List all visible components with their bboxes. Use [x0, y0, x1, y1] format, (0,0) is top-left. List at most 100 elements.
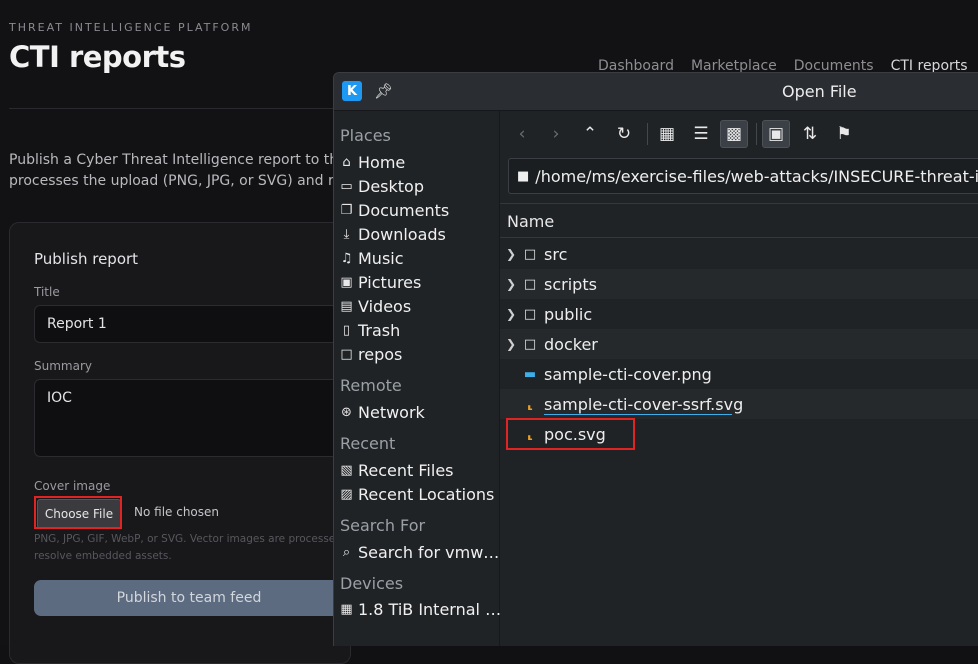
places-header: Places [340, 126, 391, 145]
place-label: Desktop [358, 177, 424, 196]
hint-line-2: resolve embedded assets. [34, 550, 172, 562]
path-text: /home/ms/exercise-files/web-attacks/INSE… [535, 166, 978, 186]
file-name: docker [544, 334, 598, 354]
dialog-toolbar: ‹ › ⌃ ↻ ▦ ☰ ▩ ▣ ⇅ ⚑ [500, 111, 978, 157]
card-title: Publish report [34, 250, 139, 268]
choose-file-highlight [34, 496, 122, 529]
image-file-icon: ▬ [523, 366, 537, 382]
place-drive[interactable]: ▦ 1.8 TiB Internal … [340, 600, 501, 619]
page-title: CTI reports [9, 40, 186, 74]
expand-chevron-icon[interactable]: ❯ [506, 307, 518, 321]
place-label: Network [358, 403, 425, 422]
up-icon[interactable]: ⌃ [576, 120, 604, 148]
file-name: scripts [544, 274, 597, 294]
toolbar-separator [647, 123, 648, 145]
place-label: Home [358, 153, 406, 172]
tree-view-icon[interactable]: ▩ [720, 120, 748, 148]
place-documents[interactable]: ❐ Documents [340, 201, 450, 220]
kde-logo-icon[interactable]: K [342, 81, 362, 101]
compact-view-icon[interactable]: ☰ [687, 120, 715, 148]
drive-icon: ▦ [340, 602, 353, 617]
desktop-icon: ▭ [340, 179, 353, 194]
preview-icon[interactable]: ▣ [762, 120, 790, 148]
file-name: src [544, 244, 568, 264]
place-pictures[interactable]: ▣ Pictures [340, 273, 421, 292]
folder-icon: □ [340, 347, 353, 362]
publish-button[interactable]: Publish to team feed [34, 580, 344, 616]
downloads-icon: ⤓ [343, 227, 350, 242]
intro-line-1: Publish a Cyber Threat Intelligence repo… [9, 152, 359, 168]
place-label: Recent Locations [358, 485, 495, 504]
file-name: sample-cti-cover-ssrf.svg [544, 394, 744, 414]
pin-icon[interactable]: 📌︎ [374, 82, 393, 100]
folder-icon: □ [523, 336, 537, 352]
place-label: Trash [358, 321, 401, 340]
title-input[interactable]: Report 1 [34, 305, 354, 343]
place-network[interactable]: ⊛ Network [340, 403, 425, 422]
trash-icon: ▯ [342, 323, 351, 338]
upload-hint: PNG, JPG, GIF, WebP, or SVG. Vector imag… [34, 531, 342, 565]
svg-file-icon: ⸤ [527, 396, 533, 412]
expand-chevron-icon[interactable]: ❯ [506, 247, 518, 261]
place-label: Music [358, 249, 404, 268]
title-label: Title [34, 285, 60, 299]
place-repos[interactable]: □ repos [340, 345, 402, 364]
recent-locations-icon: ▨ [340, 487, 353, 502]
dialog-titlebar: K 📌︎ Open File [334, 73, 978, 111]
place-label: Pictures [358, 273, 422, 292]
path-bar[interactable]: ■ /home/ms/exercise-files/web-attacks/IN… [508, 158, 978, 194]
file-name: public [544, 304, 593, 324]
file-row-public[interactable]: ❯ □ public [500, 299, 978, 329]
network-icon: ⊛ [341, 405, 352, 420]
intro-text: Publish a Cyber Threat Intelligence repo… [9, 150, 360, 192]
bookmark-icon[interactable]: ⚑ [830, 120, 858, 148]
place-recent-locations[interactable]: ▨ Recent Locations [340, 485, 494, 504]
no-file-text: No file chosen [134, 505, 220, 519]
remote-header: Remote [340, 376, 402, 395]
folder-icon: ■ [517, 168, 530, 184]
place-videos[interactable]: ▤ Videos [340, 297, 411, 316]
search-icon: ⌕ [342, 545, 351, 560]
place-label: Downloads [358, 225, 446, 244]
pictures-icon: ▣ [340, 275, 353, 290]
file-row-sample-cti-cover-png[interactable]: ▬ sample-cti-cover.png [500, 359, 978, 389]
cover-image-label: Cover image [34, 479, 111, 493]
place-trash[interactable]: ▯ Trash [340, 321, 400, 340]
place-downloads[interactable]: ⤓ Downloads [340, 225, 446, 244]
place-home[interactable]: ⌂ Home [340, 153, 405, 172]
back-icon[interactable]: ‹ [508, 120, 536, 148]
recent-header: Recent [340, 434, 396, 453]
open-file-dialog: K 📌︎ Open File Places ⌂ Home ▭ Desktop ❐ Do… [333, 72, 978, 646]
videos-icon: ▤ [340, 299, 353, 314]
intro-line-2: processes the upload (PNG, JPG, or SVG) … [9, 173, 360, 189]
reload-icon[interactable]: ↻ [610, 120, 638, 148]
devices-header: Devices [340, 574, 404, 593]
forward-icon[interactable]: › [542, 120, 570, 148]
place-recent-files[interactable]: ▧ Recent Files [340, 461, 453, 480]
music-icon: ♫ [340, 251, 353, 266]
folder-icon: □ [523, 276, 537, 292]
expand-chevron-icon[interactable]: ❯ [506, 277, 518, 291]
folder-icon: □ [523, 246, 537, 262]
file-row-docker[interactable]: ❯ □ docker [500, 329, 978, 359]
place-music[interactable]: ♫ Music [340, 249, 404, 268]
folder-icon: □ [523, 306, 537, 322]
dialog-title: Open File [782, 82, 857, 101]
places-panel: Places ⌂ Home ▭ Desktop ❐ Documents ⤓ Downlo… [334, 111, 501, 646]
place-label: 1.8 TiB Internal … [358, 600, 502, 619]
expand-chevron-icon[interactable]: ❯ [506, 337, 518, 351]
file-row-scripts[interactable]: ❯ □ scripts [500, 269, 978, 299]
summary-textarea[interactable]: IOC [34, 379, 354, 457]
place-label: repos [358, 345, 403, 364]
summary-label: Summary [34, 359, 92, 373]
icons-view-icon[interactable]: ▦ [653, 120, 681, 148]
poc-svg-highlight [506, 418, 635, 450]
place-desktop[interactable]: ▭ Desktop [340, 177, 424, 196]
file-row-src[interactable]: ❯ □ src [500, 239, 978, 269]
place-search[interactable]: ⌕ Search for vmw… [340, 543, 499, 562]
sort-icon[interactable]: ⇅ [796, 120, 824, 148]
hint-line-1: PNG, JPG, GIF, WebP, or SVG. Vector imag… [34, 533, 342, 545]
place-label: Videos [358, 297, 412, 316]
column-header-name[interactable]: Name [500, 203, 978, 238]
toolbar-separator [756, 123, 757, 145]
